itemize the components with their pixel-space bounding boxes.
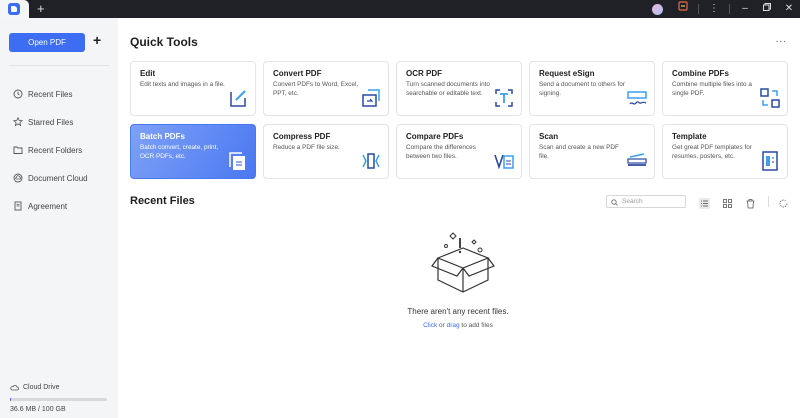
- tool-description: Edit texts and images in a file.: [140, 81, 225, 88]
- tool-card-request-esign[interactable]: Request eSign Send a document to others …: [529, 61, 655, 116]
- add-button[interactable]: +: [93, 32, 101, 48]
- grid-view-icon[interactable]: [722, 196, 733, 208]
- tool-card-compress-pdf[interactable]: Compress PDF Reduce a PDF file size.: [263, 124, 389, 179]
- sidebar-item-recent-folders[interactable]: Recent Folders: [12, 136, 88, 164]
- tool-description: Get great PDF templates for resumes, pos…: [672, 144, 752, 160]
- recent-files-title: Recent Files: [130, 195, 195, 207]
- tool-card-combine-pdfs[interactable]: Combine PDFs Combine multiple files into…: [662, 61, 788, 116]
- search-placeholder: Search: [622, 198, 643, 205]
- toolbar-divider: [768, 196, 769, 207]
- edit-icon: [227, 87, 249, 109]
- esign-icon: [626, 87, 648, 109]
- sidebar-item-label: Recent Files: [28, 89, 73, 99]
- empty-state-hint: Click or drag to add files: [358, 322, 558, 329]
- tool-description: Turn scanned documents into searchable o…: [406, 81, 490, 97]
- tool-description: Batch convert, create, print, OCR PDFs, …: [140, 144, 219, 160]
- tool-title: Request eSign: [539, 69, 595, 78]
- tool-description: Compare the differences between two file…: [406, 144, 476, 160]
- tool-title: Compare PDFs: [406, 132, 464, 141]
- tool-card-edit[interactable]: Edit Edit texts and images in a file.: [130, 61, 256, 116]
- titlebar-divider: [729, 4, 730, 14]
- tool-description: Convert PDFs to Word, Excel, PPT, etc.: [273, 81, 359, 97]
- empty-state-message: There aren't any recent files.: [407, 307, 509, 316]
- scan-icon: [626, 150, 648, 172]
- tool-title: Scan: [539, 132, 559, 141]
- tool-card-batch-pdfs[interactable]: Batch PDFs Batch convert, create, print,…: [130, 124, 256, 179]
- storage-text: 36.6 MB / 100 GB: [10, 406, 66, 413]
- clock-icon: [12, 89, 23, 100]
- ocr-icon: [493, 87, 515, 109]
- batch-icon: [227, 150, 249, 172]
- avatar[interactable]: [652, 3, 663, 15]
- sidebar: Open PDF + Recent Files Starred Files Re…: [0, 18, 118, 418]
- tool-description: Reduce a PDF file size.: [273, 144, 340, 151]
- close-icon[interactable]: ✕: [778, 0, 800, 18]
- drag-link[interactable]: drag: [447, 322, 460, 329]
- quick-tools-title: Quick Tools: [130, 35, 198, 49]
- empty-box-illustration: [408, 230, 518, 305]
- open-pdf-button[interactable]: Open PDF: [9, 33, 85, 52]
- sidebar-item-label: Starred Files: [28, 117, 74, 127]
- sidebar-item-starred-files[interactable]: Starred Files: [12, 108, 88, 136]
- gift-icon[interactable]: [672, 0, 694, 18]
- tool-title: Batch PDFs: [140, 132, 185, 141]
- app-logo-icon: [8, 3, 20, 15]
- hint-suffix: to add files: [459, 322, 493, 329]
- refresh-icon[interactable]: [778, 196, 789, 208]
- tool-card-template[interactable]: Template Get great PDF templates for res…: [662, 124, 788, 179]
- more-vertical-icon[interactable]: ⋮: [703, 0, 725, 18]
- tool-title: Combine PDFs: [672, 69, 729, 78]
- click-link[interactable]: Click: [423, 322, 437, 329]
- minimize-icon[interactable]: –: [734, 0, 756, 18]
- tool-title: Compress PDF: [273, 132, 331, 141]
- document-icon: [12, 201, 23, 212]
- sidebar-item-label: Document Cloud: [28, 173, 88, 183]
- cloud-drive-icon: [10, 382, 19, 393]
- restore-icon[interactable]: [756, 0, 778, 18]
- sidebar-nav: Recent Files Starred Files Recent Folder…: [12, 80, 88, 220]
- storage-bar-fill: [10, 398, 12, 401]
- app-tab[interactable]: [0, 0, 29, 18]
- cloud-drive[interactable]: Cloud Drive: [10, 382, 60, 393]
- new-tab-button[interactable]: +: [37, 1, 45, 16]
- tool-card-scan[interactable]: Scan Scan and create a new PDF file.: [529, 124, 655, 179]
- search-icon: [611, 193, 618, 211]
- cloud-drive-label: Cloud Drive: [23, 384, 60, 391]
- tool-title: Template: [672, 132, 707, 141]
- title-bar: + ⋮ – ✕: [0, 0, 800, 18]
- list-view-icon[interactable]: [699, 196, 710, 209]
- tool-title: Convert PDF: [273, 69, 322, 78]
- tool-card-ocr-pdf[interactable]: OCR PDF Turn scanned documents into sear…: [396, 61, 522, 116]
- sidebar-item-label: Agreement: [28, 201, 68, 211]
- tool-card-compare-pdfs[interactable]: Compare PDFs Compare the differences bet…: [396, 124, 522, 179]
- sidebar-item-label: Recent Folders: [28, 145, 83, 155]
- sidebar-item-document-cloud[interactable]: Document Cloud: [12, 164, 88, 192]
- storage-bar: [10, 398, 107, 401]
- sidebar-item-recent-files[interactable]: Recent Files: [12, 80, 88, 108]
- trash-icon[interactable]: [745, 196, 756, 209]
- tool-description: Combine multiple files into a single PDF…: [672, 81, 752, 97]
- search-input[interactable]: Search: [606, 195, 686, 208]
- star-icon: [12, 117, 23, 128]
- titlebar-divider: [698, 4, 699, 14]
- cloud-icon: [12, 173, 23, 184]
- more-options-icon[interactable]: ...: [776, 34, 787, 45]
- hint-or: or: [437, 322, 447, 329]
- combine-icon: [759, 87, 781, 109]
- main-area: Quick Tools ... Edit Edit texts and imag…: [118, 18, 800, 418]
- tool-card-convert-pdf[interactable]: Convert PDF Convert PDFs to Word, Excel,…: [263, 61, 389, 116]
- tool-title: Edit: [140, 69, 156, 78]
- tool-description: Send a document to others for signing.: [539, 81, 625, 97]
- tool-title: OCR PDF: [406, 69, 442, 78]
- sidebar-divider: [9, 65, 109, 66]
- template-icon: [759, 150, 781, 172]
- compare-icon: [493, 150, 515, 172]
- sidebar-item-agreement[interactable]: Agreement: [12, 192, 88, 220]
- convert-icon: [360, 87, 382, 109]
- folder-icon: [12, 145, 23, 156]
- compress-icon: [360, 150, 382, 172]
- tool-description: Scan and create a new PDF file.: [539, 144, 619, 160]
